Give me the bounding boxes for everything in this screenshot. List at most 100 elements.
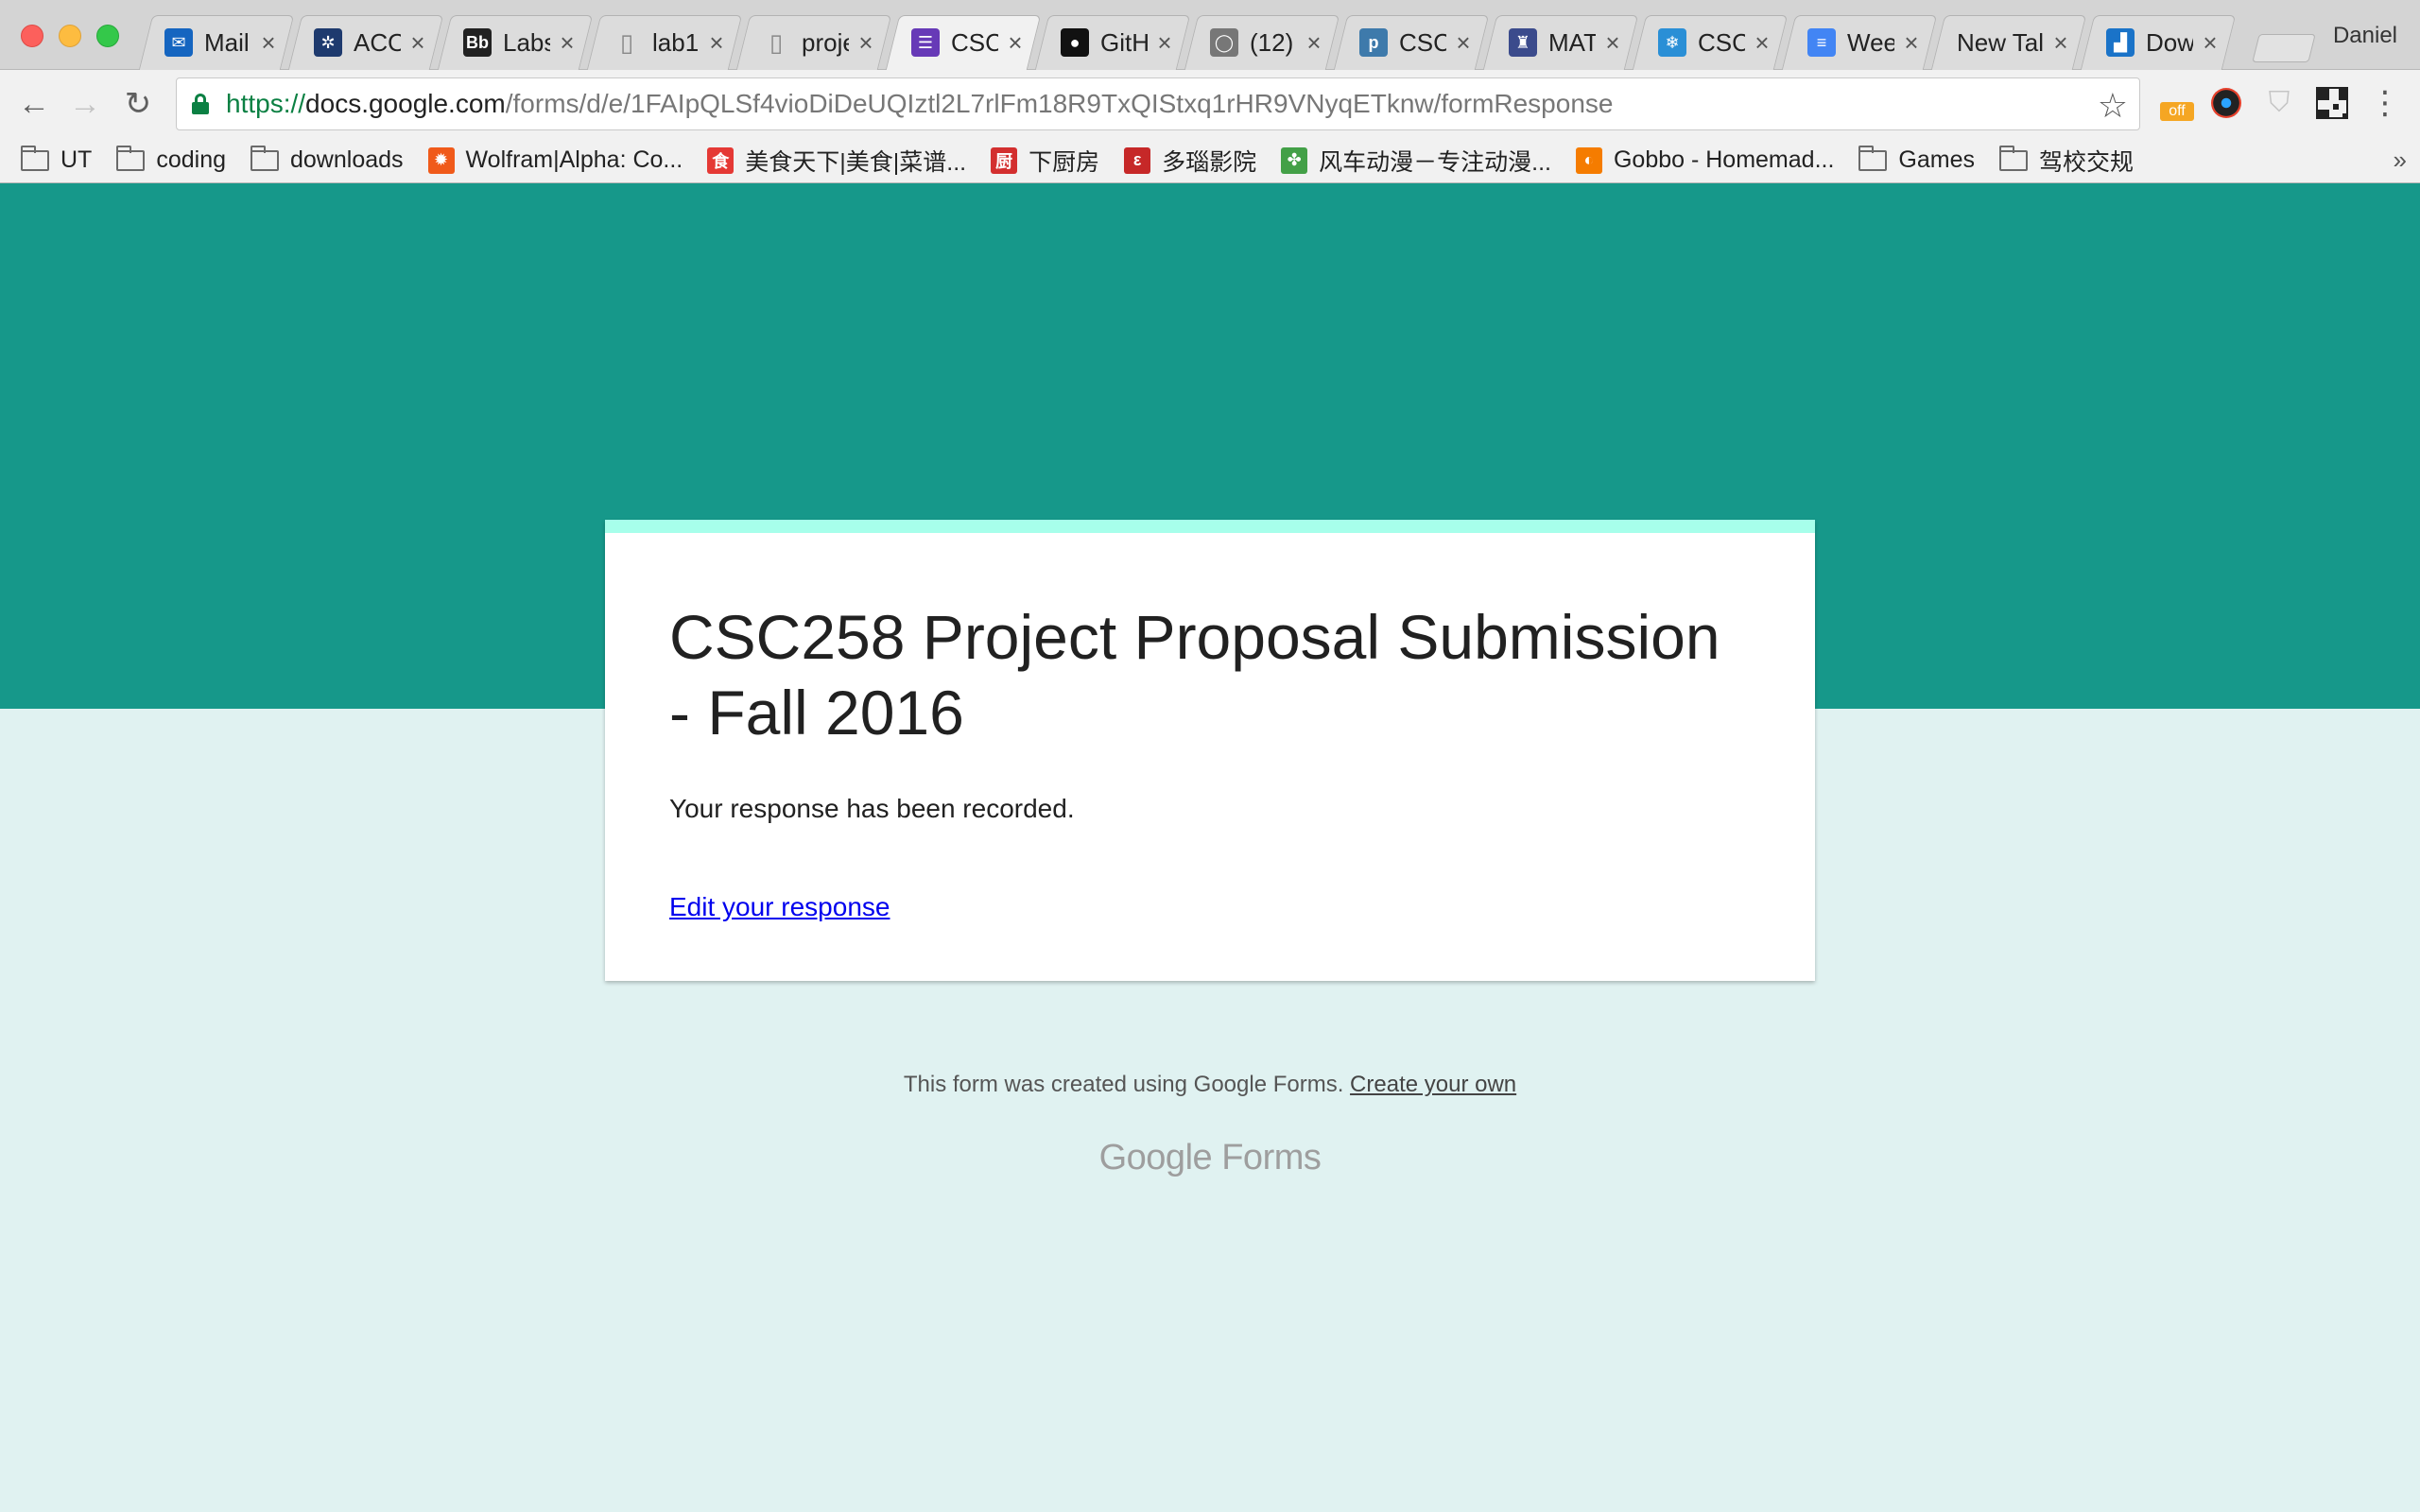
tab-close-icon[interactable]: × <box>1902 28 1921 58</box>
tree-logo-icon: ✲ <box>314 28 342 57</box>
window-close-button[interactable] <box>21 25 43 47</box>
google-docs-icon: ≡ <box>1807 28 1836 57</box>
tab-title: Wee <box>1847 27 1894 57</box>
browser-tab[interactable]: Bb Labs × <box>441 15 590 70</box>
off-badge: off <box>2160 102 2194 121</box>
browser-tab[interactable]: ≡ Wee × <box>1785 15 1934 70</box>
extension-off-button[interactable]: off <box>2159 85 2195 121</box>
bookmark-item[interactable]: UT <box>21 145 92 174</box>
chart-icon: ▟ <box>2106 28 2135 57</box>
form-page: CSC258 Project Proposal Submission - Fal… <box>0 183 2420 1512</box>
tab-title: CSC <box>1399 27 1446 57</box>
shield-icon: ⛉ <box>2268 87 2290 118</box>
tab-title: (12) <box>1250 27 1294 57</box>
confirmation-message: Your response has been recorded. <box>669 794 1075 823</box>
window-minimize-button[interactable] <box>59 25 81 47</box>
bookmark-item[interactable]: 驾校交规 <box>1999 144 2134 178</box>
address-bar[interactable]: https://docs.google.com/forms/d/e/1FAIpQ… <box>176 77 2140 130</box>
tab-close-icon[interactable]: × <box>408 28 427 58</box>
tab-close-icon[interactable]: × <box>2201 28 2220 58</box>
bookmark-item[interactable]: coding <box>116 145 226 174</box>
extension-qr-button[interactable] <box>2314 85 2350 121</box>
browser-tab[interactable]: ● GitH × <box>1038 15 1187 70</box>
browser-tab[interactable]: ♜ MAT × <box>1486 15 1635 70</box>
tab-close-icon[interactable]: × <box>1305 28 1323 58</box>
browser-tab[interactable]: ▟ Dowi × <box>2083 15 2233 70</box>
bookmark-item[interactable]: 厨下厨房 <box>991 144 1099 178</box>
folder-icon <box>116 145 146 171</box>
tab-title: lab1 <box>652 27 700 57</box>
browser-tab[interactable]: ✉ Mail × <box>142 15 291 70</box>
browser-tab[interactable]: p CSC × <box>1337 15 1486 70</box>
tab-close-icon[interactable]: × <box>1006 28 1025 58</box>
footer-note: This form was created using Google Forms… <box>0 1072 2420 1098</box>
arrow-left-icon: ← <box>18 85 50 122</box>
browser-tab[interactable]: ❄ CSC × <box>1635 15 1785 70</box>
snowflake-icon: ❄ <box>1658 28 1686 57</box>
pinwheel-icon: ✤ <box>1281 146 1308 174</box>
profile-name[interactable]: Daniel <box>2333 23 2397 49</box>
browser-tab[interactable]: ☰ CSC × <box>889 15 1038 70</box>
tab-close-icon[interactable]: × <box>1753 28 1772 58</box>
bookmark-item[interactable]: ✤ 风车动漫－专注动漫... <box>1281 144 1551 178</box>
tab-title: GitH <box>1100 27 1148 57</box>
reload-button[interactable]: ↻ <box>117 83 159 125</box>
tab-close-icon[interactable]: × <box>2051 28 2070 58</box>
google-wordmark: Google <box>1098 1138 1213 1177</box>
browser-menu-button[interactable]: ⋮ <box>2367 85 2403 121</box>
tab-strip: ✉Mail×✲ACO×BbLabs×▯lab1×▯proje×☰CSC×●Git… <box>0 0 2420 70</box>
bookmark-star-icon[interactable]: ☆ <box>2098 86 2128 126</box>
create-your-own-link[interactable]: Create your own <box>1350 1072 1516 1097</box>
bookmark-item[interactable]: downloads <box>251 145 404 174</box>
tab-title: Dowi <box>2146 27 2193 57</box>
bookmark-item[interactable]: ✹ Wolfram|Alpha: Co... <box>427 146 683 174</box>
bookmark-label: 下厨房 <box>1028 148 1100 176</box>
tab-close-icon[interactable]: × <box>259 28 278 58</box>
gobbo-icon: ◐ <box>1575 146 1602 174</box>
google-forms-icon: ☰ <box>911 28 940 57</box>
bookmark-label: downloads <box>290 146 404 173</box>
tab-close-icon[interactable]: × <box>856 28 875 58</box>
url-text[interactable]: https://docs.google.com/forms/d/e/1FAIpQ… <box>226 89 1613 119</box>
tab-close-icon[interactable]: × <box>707 28 726 58</box>
tab-close-icon[interactable]: × <box>1603 28 1622 58</box>
browser-tab[interactable]: ▯ proje× <box>739 15 889 70</box>
confirmation-card: CSC258 Project Proposal Submission - Fal… <box>605 520 1815 981</box>
bookmark-label: Wolfram|Alpha: Co... <box>465 146 683 173</box>
forward-button[interactable]: → <box>64 83 106 125</box>
browser-tab[interactable]: ◯ (12) × <box>1187 15 1337 70</box>
browser-tab[interactable]: ▯ lab1 × <box>590 15 739 70</box>
tab-list: ✉Mail×✲ACO×BbLabs×▯lab1×▯proje×☰CSC×●Git… <box>142 15 2233 70</box>
bookmarks-bar: UT coding downloads ✹ Wolfram|Alpha: Co... 食美… <box>0 138 2420 183</box>
extension-shield-button[interactable]: ⛉ <box>2261 85 2297 121</box>
document-icon: ▯ <box>769 27 784 57</box>
extension-camera-button[interactable] <box>2208 85 2244 121</box>
bookmark-item[interactable]: ε 多瑙影院 <box>1124 144 1256 178</box>
tab-close-icon[interactable]: × <box>1155 28 1174 58</box>
bookmark-item[interactable]: ◐ Gobbo - Homemad... <box>1575 146 1834 174</box>
bookmarks-overflow-button[interactable]: » <box>2394 146 2407 175</box>
footer-note-text: This form was created using Google Forms… <box>903 1072 1344 1097</box>
tab-title: New Tal <box>1957 27 2044 57</box>
bookmark-label: 风车动漫－专注动漫... <box>1319 148 1551 176</box>
wolfram-icon: ✹ <box>427 146 455 174</box>
browser-tab[interactable]: ✲ ACO × <box>291 15 441 70</box>
bookmark-item[interactable]: 食美食天下|美食|菜谱... <box>707 144 966 178</box>
new-tab-button[interactable] <box>2256 34 2312 62</box>
bookmark-item[interactable]: Games <box>1858 145 1975 174</box>
folder-icon <box>21 145 49 171</box>
bookmark-label: Games <box>1898 146 1975 173</box>
edit-response-link[interactable]: Edit your response <box>669 892 890 922</box>
camera-icon <box>2211 88 2241 118</box>
lock-icon <box>192 94 209 114</box>
tab-close-icon[interactable]: × <box>1454 28 1473 58</box>
browser-chrome: ✉Mail×✲ACO×BbLabs×▯lab1×▯proje×☰CSC×●Git… <box>0 0 2420 183</box>
window-maximize-button[interactable] <box>96 25 119 47</box>
forms-wordmark: Forms <box>1221 1138 1322 1177</box>
google-forms-logo[interactable]: Google Forms <box>0 1138 2420 1178</box>
folder-icon <box>251 145 279 171</box>
back-button[interactable]: ← <box>13 83 55 125</box>
tab-close-icon[interactable]: × <box>558 28 577 58</box>
bookmark-label: 美食天下|美食|菜谱... <box>745 148 967 176</box>
browser-tab[interactable]: New Tal × <box>1934 15 2083 70</box>
